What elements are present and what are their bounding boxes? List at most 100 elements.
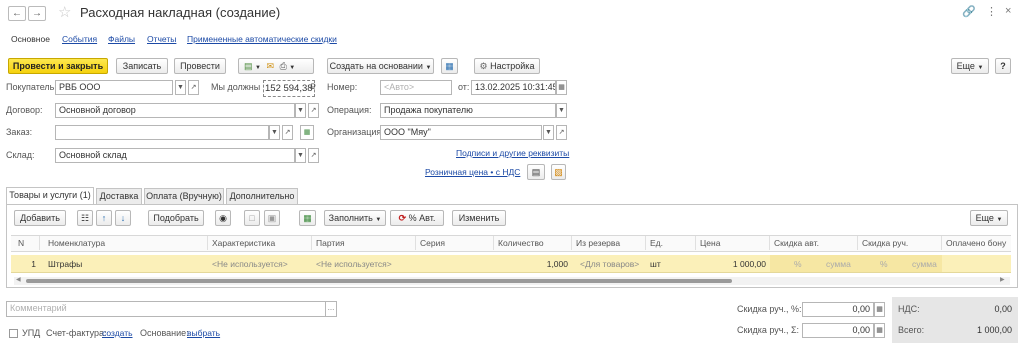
view-button[interactable]: ◉: [215, 210, 231, 226]
buyer-field[interactable]: РВБ ООО: [55, 80, 173, 95]
col-price[interactable]: Цена: [696, 236, 770, 250]
create-based-on-button[interactable]: Создать на основании ▼: [327, 58, 434, 74]
basis-select-link[interactable]: выбрать: [187, 328, 220, 338]
col-manual-discount[interactable]: Скидка руч.: [858, 236, 942, 250]
table-structure-button[interactable]: ▦: [299, 210, 316, 226]
print-group[interactable]: ▤ ▼ ✉ ⎙ ▼: [238, 58, 314, 74]
org-dropdown[interactable]: ▼: [543, 125, 554, 140]
tab-payment[interactable]: Оплата (Вручную): [144, 188, 224, 204]
manual-pct-field[interactable]: 0,00: [802, 302, 874, 317]
signatures-link[interactable]: Подписи и другие реквизиты: [456, 148, 569, 158]
order-fill-icon[interactable]: ▦: [300, 125, 314, 140]
more-button[interactable]: Еще ▼: [951, 58, 989, 74]
calculator-icon[interactable]: ▦: [874, 323, 885, 338]
nav-events[interactable]: События: [62, 34, 97, 44]
contract-open-icon[interactable]: ↗: [308, 103, 319, 118]
move-up-button[interactable]: ↑: [96, 210, 112, 226]
post-button[interactable]: Провести: [174, 58, 226, 74]
favorite-star-icon[interactable]: ☆: [58, 3, 71, 21]
org-open-icon[interactable]: ↗: [556, 125, 567, 140]
order-dropdown[interactable]: ▼: [269, 125, 280, 140]
invoice-create-link[interactable]: создать: [102, 328, 133, 338]
owe-value[interactable]: 152 594,38: [263, 80, 315, 97]
help-button[interactable]: ?: [995, 58, 1011, 74]
move-down-button[interactable]: ↓: [115, 210, 131, 226]
scroll-right-icon[interactable]: ▶: [1000, 276, 1005, 283]
table-more-button[interactable]: Еще ▼: [970, 210, 1008, 226]
link-icon[interactable]: 🔗: [962, 5, 976, 18]
warehouse-field[interactable]: Основной склад: [55, 148, 295, 163]
auto-discount-button[interactable]: ⟳ % Авт.: [390, 210, 444, 226]
nav-files[interactable]: Файлы: [108, 34, 135, 44]
menu-dots-icon[interactable]: ⋮: [986, 5, 997, 18]
warehouse-dropdown[interactable]: ▼: [295, 148, 306, 163]
number-field[interactable]: <Авто>: [380, 80, 452, 95]
col-bonus-paid[interactable]: Оплачено бону: [942, 236, 1008, 250]
row-manual-pct[interactable]: %: [876, 257, 892, 271]
post-and-close-button[interactable]: Провести и закрыть: [8, 58, 108, 74]
date-field[interactable]: 13.02.2025 10:31:45: [471, 80, 556, 95]
operation-field[interactable]: Продажа покупателю: [380, 103, 556, 118]
row-auto-sum[interactable]: сумма: [822, 257, 855, 271]
upd-checkbox[interactable]: [9, 329, 18, 338]
col-item[interactable]: Номенклатура: [44, 236, 208, 250]
warehouse-open-icon[interactable]: ↗: [308, 148, 319, 163]
row-auto-pct[interactable]: %: [790, 257, 806, 271]
row-reserve[interactable]: <Для товаров>: [576, 257, 643, 271]
nav-reports[interactable]: Отчеты: [147, 34, 176, 44]
tab-delivery[interactable]: Доставка: [96, 188, 142, 204]
col-characteristic[interactable]: Характеристика: [208, 236, 312, 250]
col-reserve[interactable]: Из резерва: [572, 236, 646, 250]
col-batch[interactable]: Партия: [312, 236, 416, 250]
contract-field[interactable]: Основной договор: [55, 103, 295, 118]
add-row-button[interactable]: Добавить: [14, 210, 66, 226]
structure-button[interactable]: ▦: [441, 58, 458, 74]
col-auto-discount[interactable]: Скидка авт.: [770, 236, 858, 250]
paste-button[interactable]: ▣: [264, 210, 280, 226]
forward-button[interactable]: →: [28, 6, 46, 21]
settings-button[interactable]: ⚙ Настройка: [474, 58, 540, 74]
fill-button[interactable]: Заполнить ▼: [324, 210, 386, 226]
nav-applied-discounts[interactable]: Примененные автоматические скидки: [187, 34, 337, 44]
retail-price-edit-button[interactable]: ▧: [551, 164, 566, 180]
row-characteristic[interactable]: <Не используется>: [208, 257, 292, 271]
tab-additional[interactable]: Дополнительно: [226, 188, 298, 204]
change-button[interactable]: Изменить: [452, 210, 506, 226]
scrollbar-thumb[interactable]: [26, 279, 732, 283]
col-series[interactable]: Серия: [416, 236, 494, 250]
horizontal-scrollbar[interactable]: ◀ ▶: [14, 277, 1010, 285]
row-item[interactable]: Штрафы: [44, 257, 86, 271]
operation-dropdown[interactable]: ▼: [556, 103, 567, 118]
col-unit[interactable]: Ед.: [646, 236, 696, 250]
barcode-button[interactable]: ☷: [77, 210, 93, 226]
retail-price-link[interactable]: Розничная цена • с НДС: [425, 167, 520, 177]
copy-button[interactable]: □: [244, 210, 260, 226]
col-n[interactable]: N: [14, 236, 40, 250]
total-label: Всего:: [898, 325, 925, 335]
org-field[interactable]: ООО "Мяу": [380, 125, 542, 140]
calculator-icon[interactable]: ▦: [874, 302, 885, 317]
row-price[interactable]: 1 000,00: [696, 257, 770, 271]
col-quantity[interactable]: Количество: [494, 236, 572, 250]
save-button[interactable]: Записать: [116, 58, 168, 74]
tab-goods-services[interactable]: Товары и услуги (1): [6, 187, 94, 204]
back-button[interactable]: ←: [8, 6, 26, 21]
manual-sum-field[interactable]: 0,00: [802, 323, 874, 338]
comment-expand-button[interactable]: …: [325, 301, 337, 317]
order-open-icon[interactable]: ↗: [282, 125, 293, 140]
row-batch[interactable]: <Не используется>: [312, 257, 396, 271]
buyer-open-icon[interactable]: ↗: [188, 80, 199, 95]
order-field[interactable]: [55, 125, 269, 140]
row-quantity[interactable]: 1,000: [494, 257, 572, 271]
scroll-left-icon[interactable]: ◀: [16, 276, 21, 283]
contract-dropdown[interactable]: ▼: [295, 103, 306, 118]
close-icon[interactable]: ×: [1005, 5, 1011, 17]
retail-price-settings-button[interactable]: ▤: [527, 164, 545, 180]
calendar-icon[interactable]: ▦: [556, 80, 567, 95]
row-manual-sum[interactable]: сумма: [908, 257, 941, 271]
buyer-dropdown[interactable]: ▼: [175, 80, 186, 95]
comment-field[interactable]: Комментарий: [6, 301, 328, 317]
nav-main[interactable]: Основное: [11, 34, 50, 44]
row-unit[interactable]: шт: [646, 257, 665, 271]
pick-button[interactable]: Подобрать: [148, 210, 204, 226]
